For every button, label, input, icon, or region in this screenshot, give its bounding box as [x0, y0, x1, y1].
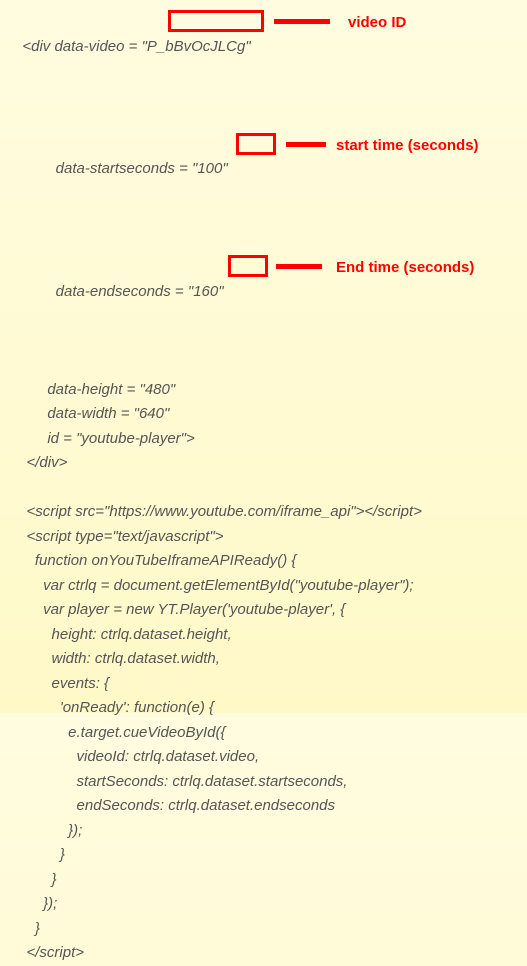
code-line: width: ctrlq.dataset.width,	[14, 647, 527, 672]
code-line: </script>	[14, 941, 527, 966]
annotation-end-time: End time (seconds)	[336, 256, 474, 281]
annotation-line	[274, 19, 330, 24]
code-line: videoId: ctrlq.dataset.video,	[14, 745, 527, 770]
code-text: var player = new YT.Player('youtube-play…	[14, 601, 345, 618]
code-text: </script>	[14, 944, 84, 961]
code-line: data-height = "480"	[14, 378, 527, 403]
code-text: videoId: ctrlq.dataset.video,	[14, 748, 259, 765]
code-text	[14, 479, 18, 496]
code-text: 'onReady': function(e) {	[14, 699, 214, 716]
code-text: <script src="https://www.youtube.com/ifr…	[14, 503, 422, 520]
code-line: height: ctrlq.dataset.height,	[14, 623, 527, 648]
code-line: var player = new YT.Player('youtube-play…	[14, 598, 527, 623]
highlight-rect-video-id	[168, 10, 264, 32]
code-line: }	[14, 917, 527, 942]
code-text: events: {	[14, 675, 109, 692]
code-line: });	[14, 819, 527, 844]
code-text: });	[14, 895, 57, 912]
code-line: 'onReady': function(e) {	[14, 696, 527, 721]
code-line: function onYouTubeIframeAPIReady() {	[14, 549, 527, 574]
code-line: <script type="text/javascript">	[14, 525, 527, 550]
code-text: data-width = "640"	[14, 405, 169, 422]
code-line: data-startseconds = "100" start time (se…	[14, 133, 527, 256]
code-text: </div>	[14, 454, 67, 471]
code-text: <script type="text/javascript">	[14, 528, 224, 545]
code-text: <div data-video = "P_bBvOcJLCg"	[22, 38, 250, 55]
code-line: }	[14, 843, 527, 868]
code-line: var ctrlq = document.getElementById("you…	[14, 574, 527, 599]
code-text: }	[14, 920, 40, 937]
code-line: endSeconds: ctrlq.dataset.endseconds	[14, 794, 527, 819]
code-line: });	[14, 892, 527, 917]
code-text: data-endseconds = "160"	[22, 283, 223, 300]
annotation-video-id: video ID	[348, 11, 406, 36]
code-text: id = "youtube-player">	[14, 430, 195, 447]
code-text: width: ctrlq.dataset.width,	[14, 650, 220, 667]
code-line: }	[14, 868, 527, 893]
code-line: data-width = "640"	[14, 402, 527, 427]
annotation-line	[276, 264, 322, 269]
code-line: </div>	[14, 451, 527, 476]
highlight-rect-end	[228, 255, 268, 277]
code-text: data-startseconds = "100"	[22, 160, 227, 177]
code-text: height: ctrlq.dataset.height,	[14, 626, 232, 643]
code-text: endSeconds: ctrlq.dataset.endseconds	[14, 797, 335, 814]
code-text: }	[14, 871, 57, 888]
code-text: }	[14, 846, 65, 863]
code-line: <script src="https://www.youtube.com/ifr…	[14, 500, 527, 525]
code-text: startSeconds: ctrlq.dataset.startseconds…	[14, 773, 347, 790]
code-text: var ctrlq = document.getElementById("you…	[14, 577, 414, 594]
code-text: e.target.cueVideoById({	[14, 724, 226, 741]
code-line: events: {	[14, 672, 527, 697]
code-text: data-height = "480"	[14, 381, 175, 398]
code-line	[14, 476, 527, 501]
code-line: e.target.cueVideoById({	[14, 721, 527, 746]
code-text: function onYouTubeIframeAPIReady() {	[14, 552, 296, 569]
code-line: <div data-video = "P_bBvOcJLCg" video ID	[14, 10, 527, 133]
highlight-rect-start	[236, 133, 276, 155]
annotation-line	[286, 142, 326, 147]
annotation-start-time: start time (seconds)	[336, 134, 479, 159]
code-line: startSeconds: ctrlq.dataset.startseconds…	[14, 770, 527, 795]
code-text: });	[14, 822, 82, 839]
code-line: data-endseconds = "160" End time (second…	[14, 255, 527, 378]
code-line: id = "youtube-player">	[14, 427, 527, 452]
